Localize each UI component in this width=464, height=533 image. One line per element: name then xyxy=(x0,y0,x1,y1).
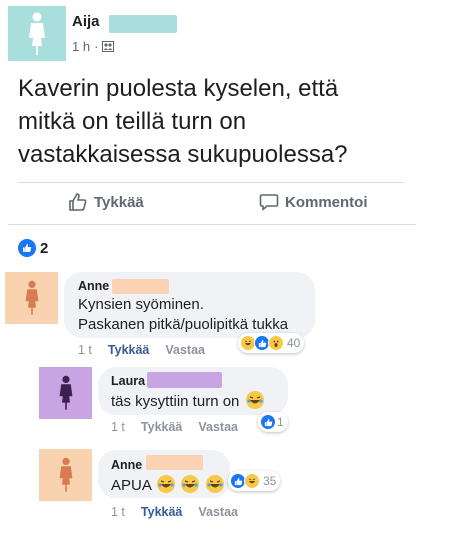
female-figure-icon xyxy=(59,457,72,492)
reply-text: APUA xyxy=(111,475,224,496)
post-text-line: Kaverin puolesta kyselen, että xyxy=(18,75,339,102)
female-figure-icon xyxy=(59,375,72,410)
reply-like-button[interactable]: Tykkää xyxy=(141,505,182,519)
reply-time[interactable]: 1 t xyxy=(111,505,125,519)
comment-button[interactable]: Kommentoi xyxy=(259,192,368,212)
reply-reaction-count: 35 xyxy=(263,474,277,488)
divider xyxy=(8,224,416,225)
reply-reaction-count: 1 xyxy=(277,415,284,429)
comment-reactions[interactable]: 40 xyxy=(238,333,305,353)
post-text-line: vastakkaisessa sukupuolessa? xyxy=(18,141,348,168)
friends-icon xyxy=(102,41,115,52)
reply-reactions[interactable]: 1 xyxy=(258,412,288,432)
reply-text: täs kysyttiin turn on xyxy=(111,391,264,412)
comment-author[interactable]: Anne xyxy=(78,279,109,293)
reply-avatar[interactable] xyxy=(39,449,92,501)
reply-like-button[interactable]: Tykkää xyxy=(141,420,182,434)
comment-text-line: Paskanen pitkä/puolipitkä tukka xyxy=(78,316,289,333)
laughing-tears-emoji-icon xyxy=(245,391,264,409)
reaction-count: 2 xyxy=(40,239,49,257)
laughing-tears-emoji-icon xyxy=(157,475,176,493)
reply-avatar[interactable] xyxy=(39,367,92,419)
laughing-tears-emoji-icon xyxy=(181,475,200,493)
comment-reply-button[interactable]: Vastaa xyxy=(165,343,205,357)
reply-author[interactable]: Anne xyxy=(111,458,142,472)
comment-text-line: Kynsien syöminen. xyxy=(78,296,204,313)
post-author-avatar[interactable] xyxy=(8,6,66,61)
comment-like-button[interactable]: Tykkää xyxy=(108,343,149,357)
like-label: Tykkää xyxy=(94,193,144,211)
like-icon xyxy=(18,239,36,257)
post-time[interactable]: 1 h xyxy=(72,39,90,54)
comment-time[interactable]: 1 t xyxy=(78,343,92,357)
reply-reactions[interactable]: 35 xyxy=(228,471,281,491)
comment-avatar[interactable] xyxy=(5,272,58,324)
name-redaction xyxy=(112,279,169,294)
name-redaction xyxy=(109,15,177,33)
haha-icon xyxy=(244,473,260,489)
reaction-summary[interactable]: 2 xyxy=(18,239,48,257)
reply-reply-button[interactable]: Vastaa xyxy=(198,420,238,434)
reply-author[interactable]: Laura xyxy=(111,374,145,388)
like-button[interactable]: Tykkää xyxy=(68,192,144,212)
name-redaction xyxy=(147,372,222,388)
wow-icon xyxy=(268,335,284,351)
divider xyxy=(18,182,404,183)
name-redaction xyxy=(146,455,203,470)
like-icon xyxy=(260,414,276,430)
reply-reply-button[interactable]: Vastaa xyxy=(198,505,238,519)
thumbs-up-icon xyxy=(69,193,87,211)
female-figure-icon xyxy=(25,280,38,315)
meta-separator: · xyxy=(94,39,99,54)
comment-actions: 1 t Tykkää Vastaa xyxy=(78,343,205,357)
post-author-name[interactable]: Aija xyxy=(72,13,100,30)
post-text-line: mitkä on teillä turn on xyxy=(18,108,247,135)
laughing-tears-emoji-icon xyxy=(205,475,224,493)
post-text: Kaverin puolesta kyselen, että mitkä on … xyxy=(18,72,448,171)
reply-time[interactable]: 1 t xyxy=(111,420,125,434)
post-header: Aija 1 h · xyxy=(8,6,448,64)
comment-text: Kynsien syöminen. Paskanen pitkä/puolipi… xyxy=(78,295,288,335)
reply-text-line: APUA xyxy=(111,477,152,494)
reply-actions: 1 t Tykkää Vastaa xyxy=(111,505,238,519)
reply-text-line: täs kysyttiin turn on xyxy=(111,393,240,410)
comment-reaction-count: 40 xyxy=(287,336,301,350)
reply-actions: 1 t Tykkää Vastaa xyxy=(111,420,238,434)
post-meta: 1 h · xyxy=(72,39,115,54)
comment-label: Kommentoi xyxy=(285,193,368,211)
female-figure-icon xyxy=(29,12,45,55)
comment-icon xyxy=(259,194,279,211)
